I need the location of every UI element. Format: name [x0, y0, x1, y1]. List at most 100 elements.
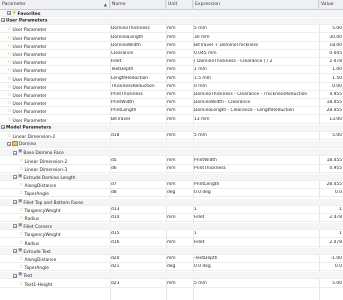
collapse-toggle-icon[interactable]: −: [13, 150, 17, 155]
star-outline-icon[interactable]: ☆: [19, 281, 23, 287]
table-row[interactable]: ☆AlongDistance d20 mm -TextDepth -1.00: [0, 256, 343, 263]
cell-name[interactable]: d14: [110, 215, 166, 222]
table-row[interactable]: ☆TangencyWeight d15 1 1: [0, 231, 343, 239]
cell-name[interactable]: [110, 223, 166, 230]
star-outline-icon[interactable]: ☆: [7, 26, 11, 32]
cell-expression[interactable]: DominoWidth - Clearance: [193, 100, 319, 107]
cell-name[interactable]: d5: [110, 158, 166, 165]
column-header-unit[interactable]: Unit: [166, 0, 193, 9]
star-outline-icon[interactable]: ☆: [19, 256, 23, 262]
table-row[interactable]: ☆Linear Dimension-3 d6 mm PrintThickness 4.9…: [0, 166, 343, 173]
cell-expression[interactable]: PrintThickness: [193, 166, 319, 173]
cell-name[interactable]: d21: [110, 264, 166, 271]
table-group-row[interactable]: −★Favorites: [0, 10, 343, 17]
cell-expression[interactable]: DominoThickness - Clearance - ThicknessR…: [193, 92, 319, 99]
cell-name[interactable]: d16: [110, 240, 166, 247]
star-outline-icon[interactable]: ☆: [19, 207, 23, 213]
star-outline-icon[interactable]: ☆: [19, 182, 23, 188]
collapse-toggle-icon[interactable]: −: [1, 124, 5, 129]
star-outline-icon[interactable]: ☆: [19, 231, 23, 237]
cell-name[interactable]: DominoThickness: [110, 26, 166, 33]
star-filled-icon[interactable]: ★: [12, 10, 16, 16]
cell-expression[interactable]: [193, 18, 319, 25]
table-row[interactable]: ☆User Parameter DominoThickness mm 5 mm 5.00: [0, 26, 343, 34]
table-row[interactable]: ☆User Parameter TextDepth mm 1 mm 1.00: [0, 67, 343, 75]
star-outline-icon[interactable]: ☆: [7, 67, 11, 73]
column-header-parameter[interactable]: Parameter ▲: [0, 0, 110, 9]
table-row[interactable]: ☆TaperAngle d21 deg 0.0 deg 0.0: [0, 264, 343, 272]
cell-name[interactable]: d20: [110, 256, 166, 263]
collapse-toggle-icon[interactable]: −: [1, 18, 5, 23]
cell-expression[interactable]: [193, 174, 319, 181]
cell-expression[interactable]: 1: [193, 231, 319, 238]
cell-expression[interactable]: 1.5 mm: [193, 76, 319, 83]
collapse-toggle-icon[interactable]: −: [13, 273, 17, 278]
collapse-toggle-icon[interactable]: −: [13, 249, 17, 254]
cell-expression[interactable]: 5 mm: [193, 26, 319, 33]
cell-name[interactable]: LengthReduction: [110, 76, 166, 83]
column-header-value[interactable]: Value: [319, 0, 343, 9]
table-row[interactable]: ☆User Parameter PrintThickness mm DominoThi…: [0, 92, 343, 99]
table-row[interactable]: ☆Text1-Height d23 mm 5 mm 5.00: [0, 281, 343, 288]
star-outline-icon[interactable]: ☆: [7, 76, 11, 82]
table-row[interactable]: ☆User Parameter ThicknessReduction mm 0 mm 0…: [0, 84, 343, 91]
cell-name[interactable]: d23: [110, 281, 166, 288]
cell-expression[interactable]: 30 mm: [193, 35, 319, 42]
table-row[interactable]: ☆User Parameter Clearance mm 0.045 mm 0.045: [0, 51, 343, 58]
table-row[interactable]: ☆User Parameter DominoLength mm 30 mm 30.00: [0, 35, 343, 42]
star-outline-icon[interactable]: ☆: [7, 133, 11, 139]
cell-name[interactable]: Fillet: [110, 59, 166, 66]
cell-expression[interactable]: 5 mm: [193, 133, 319, 140]
collapse-toggle-icon[interactable]: −: [13, 175, 17, 180]
star-outline-icon[interactable]: ☆: [19, 240, 23, 246]
cell-name[interactable]: TextDepth: [110, 67, 166, 74]
collapse-toggle-icon[interactable]: −: [7, 141, 11, 146]
star-outline-icon[interactable]: ☆: [7, 108, 11, 114]
cell-expression[interactable]: 1 mm: [193, 67, 319, 74]
table-group-row[interactable]: −User Parameters: [0, 18, 343, 26]
collapse-toggle-icon[interactable]: −: [13, 199, 17, 204]
cell-name[interactable]: [110, 199, 166, 206]
table-group-row[interactable]: −▣Extrude Text: [0, 247, 343, 255]
table-group-row[interactable]: −▣Text: [0, 272, 343, 280]
column-header-expression[interactable]: Expression: [193, 0, 319, 9]
cell-name[interactable]: [110, 10, 166, 17]
table-row[interactable]: ☆User Parameter DominoWidth mm BitTravel + …: [0, 43, 343, 50]
collapse-toggle-icon[interactable]: −: [13, 224, 17, 229]
cell-name[interactable]: d6: [110, 166, 166, 173]
table-row[interactable]: ☆User Parameter PrintWidth mm DominoWidth -…: [0, 100, 343, 108]
star-outline-icon[interactable]: ☆: [7, 59, 11, 65]
cell-expression[interactable]: [193, 199, 319, 206]
cell-expression[interactable]: [193, 125, 319, 132]
cell-name[interactable]: [110, 141, 166, 148]
star-outline-icon[interactable]: ☆: [7, 43, 11, 49]
star-outline-icon[interactable]: ☆: [7, 35, 11, 41]
star-outline-icon[interactable]: ☆: [7, 117, 11, 123]
cell-expression[interactable]: [193, 223, 319, 230]
table-group-row[interactable]: −▣Fillet Top and Bottom Faces: [0, 198, 343, 206]
table-row[interactable]: ☆Radius d14 mm Fillet 2.478: [0, 215, 343, 222]
cell-expression[interactable]: 13 mm: [193, 117, 319, 124]
cell-name[interactable]: DominoLength: [110, 35, 166, 42]
cell-name[interactable]: [110, 18, 166, 25]
cell-name[interactable]: BitTravel: [110, 117, 166, 124]
table-row[interactable]: ☆Linear Dimension-2 d18 mm 5 mm 5.00: [0, 133, 343, 140]
cell-name[interactable]: [110, 272, 166, 279]
cell-expression[interactable]: 5 mm: [193, 281, 319, 288]
cell-expression[interactable]: -TextDepth: [193, 256, 319, 263]
table-row[interactable]: ☆User Parameter PrintLength mm DominoLength…: [0, 108, 343, 116]
cell-name[interactable]: d15: [110, 231, 166, 238]
cell-name[interactable]: PrintWidth: [110, 100, 166, 107]
star-outline-icon[interactable]: ☆: [7, 92, 11, 98]
star-outline-icon[interactable]: ☆: [7, 100, 11, 106]
star-outline-icon[interactable]: ☆: [19, 215, 23, 221]
cell-name[interactable]: [110, 248, 166, 255]
cell-name[interactable]: Clearance: [110, 51, 166, 58]
collapse-toggle-icon[interactable]: −: [7, 11, 11, 16]
star-outline-icon[interactable]: ☆: [19, 264, 23, 270]
table-row[interactable]: ☆TaperAngle d8 deg 0.0 deg 0.0: [0, 190, 343, 198]
table-row[interactable]: ☆User Parameter Fillet mm( DominoThickness…: [0, 59, 343, 67]
table-group-row[interactable]: −▣Fillet Corners: [0, 223, 343, 231]
table-row[interactable]: ☆Linear Dimension-2 d5 mm PrintWidth 18.455: [0, 158, 343, 165]
cell-name[interactable]: [110, 149, 166, 156]
